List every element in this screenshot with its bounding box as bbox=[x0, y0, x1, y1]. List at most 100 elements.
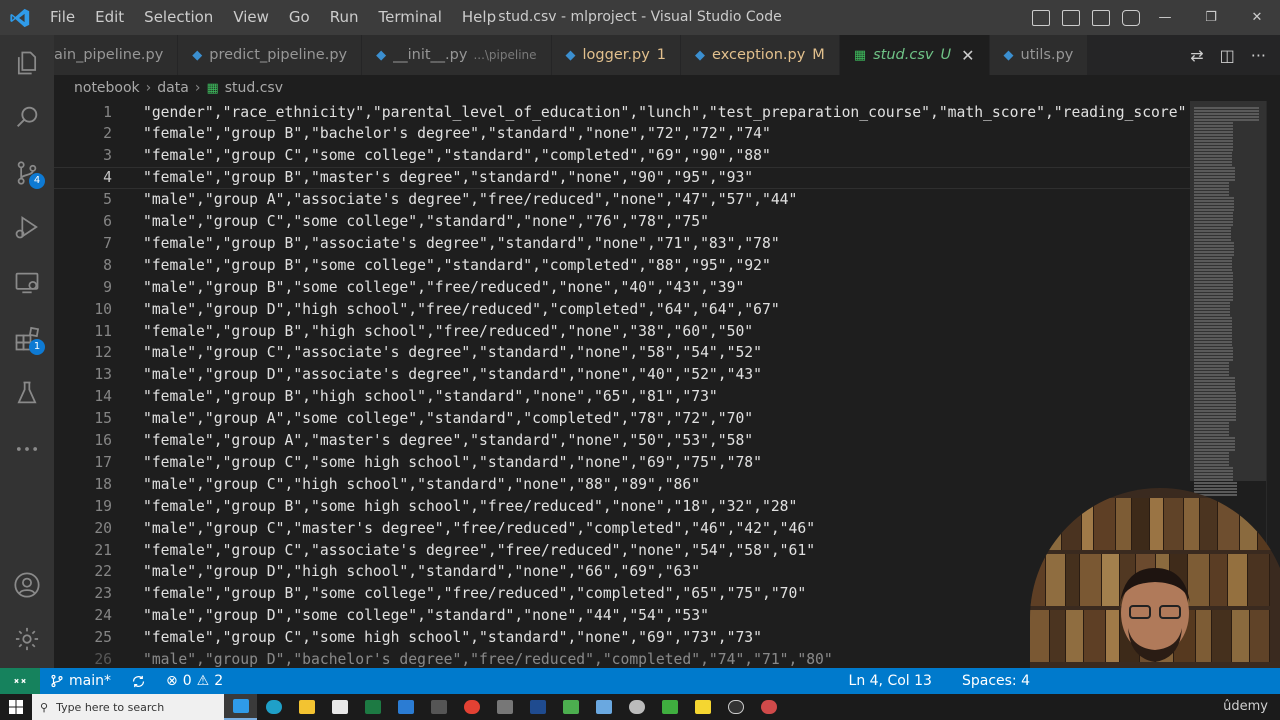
code-line[interactable]: 21 "female","group C","associate's degree… bbox=[54, 539, 1190, 561]
taskbar-mail-icon[interactable] bbox=[389, 694, 422, 720]
code-line[interactable]: 5 "male","group A","associate's degree","… bbox=[54, 189, 1190, 211]
code-line[interactable]: 22 "male","group D","high school","standa… bbox=[54, 561, 1190, 583]
csv-file-icon: ▦ bbox=[853, 47, 867, 63]
taskbar-notepad-icon[interactable] bbox=[554, 694, 587, 720]
line-number: 3 bbox=[103, 147, 112, 165]
code-line[interactable]: 14 "female","group B","high school","stan… bbox=[54, 386, 1190, 408]
extensions-icon[interactable]: 1 bbox=[0, 315, 54, 363]
minimap-line bbox=[1194, 434, 1229, 436]
close-window-icon[interactable]: ✕ bbox=[1234, 0, 1280, 35]
split-editor-icon[interactable]: ◫ bbox=[1220, 46, 1235, 65]
minimap-line bbox=[1194, 179, 1235, 181]
more-icon[interactable] bbox=[0, 425, 54, 473]
toggle-sidebar-icon[interactable] bbox=[1032, 9, 1050, 26]
remote-explorer-icon[interactable] bbox=[0, 259, 54, 307]
taskbar-edge-icon[interactable] bbox=[257, 694, 290, 720]
indentation[interactable]: Spaces: 4 bbox=[952, 668, 1280, 694]
minimap-line bbox=[1194, 113, 1259, 115]
code-line[interactable]: 15 "male","group A","some college","stand… bbox=[54, 408, 1190, 430]
explorer-icon[interactable] bbox=[0, 39, 54, 87]
branch-status[interactable]: main* bbox=[40, 668, 121, 694]
source-control-icon[interactable]: 4 bbox=[0, 149, 54, 197]
taskbar-excel-icon[interactable] bbox=[356, 694, 389, 720]
taskbar-store-icon[interactable] bbox=[323, 694, 356, 720]
toggle-panel-icon[interactable] bbox=[1062, 9, 1080, 26]
code-line[interactable]: 11 "female","group B","high school","free… bbox=[54, 320, 1190, 342]
restore-icon[interactable]: ❐ bbox=[1188, 0, 1234, 35]
breadcrumb-file[interactable]: stud.csv bbox=[225, 80, 283, 96]
run-debug-icon[interactable] bbox=[0, 203, 54, 251]
sync-button[interactable] bbox=[121, 668, 156, 694]
code-line[interactable]: 8 "female","group B","some college","stan… bbox=[54, 254, 1190, 276]
customize-layout-icon[interactable] bbox=[1122, 9, 1140, 26]
code-line[interactable]: 23 "female","group B","some college","fre… bbox=[54, 583, 1190, 605]
taskbar-recorder-icon[interactable] bbox=[752, 694, 785, 720]
minimize-icon[interactable]: — bbox=[1142, 0, 1188, 35]
menu-view[interactable]: View bbox=[223, 0, 279, 35]
code-line[interactable]: 4 "female","group B","master's degree","s… bbox=[54, 166, 1190, 189]
code-line[interactable]: 25 "female","group C","some high school",… bbox=[54, 627, 1190, 649]
code-line[interactable]: 20 "male","group C","master's degree","fr… bbox=[54, 517, 1190, 539]
tab-predict-pipeline[interactable]: ◆ predict_pipeline.py bbox=[178, 35, 363, 75]
windows-start-icon[interactable] bbox=[0, 694, 32, 720]
taskbar-calculator-icon[interactable] bbox=[488, 694, 521, 720]
more-actions-icon[interactable]: ··· bbox=[1251, 46, 1266, 65]
menu-run[interactable]: Run bbox=[320, 0, 369, 35]
tab-init[interactable]: ◆ __init__.py ...\pipeline bbox=[362, 35, 552, 75]
tab-train-pipeline[interactable]: ain_pipeline.py bbox=[54, 35, 179, 75]
taskbar-powershell-icon[interactable] bbox=[521, 694, 554, 720]
code-line[interactable]: 3 "female","group C","some college","stan… bbox=[54, 145, 1190, 167]
menu-file[interactable]: File bbox=[40, 0, 85, 35]
code-line[interactable]: 6 "male","group C","some college","standa… bbox=[54, 211, 1190, 233]
taskbar-vscode-icon[interactable] bbox=[224, 694, 257, 720]
testing-icon[interactable] bbox=[0, 369, 54, 417]
tab-stud-csv[interactable]: ▦ stud.csv U ✕ bbox=[839, 35, 990, 75]
cursor-position[interactable]: Ln 4, Col 13 bbox=[839, 668, 952, 694]
problems-status[interactable]: ⊗ 0 ⚠ 2 bbox=[156, 668, 233, 694]
menu-terminal[interactable]: Terminal bbox=[369, 0, 452, 35]
taskbar-paint-icon[interactable] bbox=[587, 694, 620, 720]
search-icon[interactable] bbox=[0, 93, 54, 141]
menu-selection[interactable]: Selection bbox=[134, 0, 223, 35]
taskbar-media-icon[interactable] bbox=[653, 694, 686, 720]
menu-go[interactable]: Go bbox=[279, 0, 320, 35]
taskbar-chrome-icon[interactable] bbox=[455, 694, 488, 720]
code-line[interactable]: 16 "female","group A","master's degree","… bbox=[54, 430, 1190, 452]
compare-changes-icon[interactable]: ⇄ bbox=[1190, 46, 1203, 65]
code-line[interactable]: 10 "male","group D","high school","free/r… bbox=[54, 298, 1190, 320]
code-line[interactable]: 12 "male","group C","associate's degree",… bbox=[54, 342, 1190, 364]
code-line[interactable]: 1 "gender","race_ethnicity","parental_lev… bbox=[54, 101, 1190, 123]
close-tab-icon[interactable]: ✕ bbox=[961, 46, 974, 65]
taskbar-file-explorer-icon[interactable] bbox=[290, 694, 323, 720]
menu-help[interactable]: Help bbox=[452, 0, 506, 35]
menu-bar: File Edit Selection View Go Run Terminal… bbox=[40, 0, 506, 35]
taskbar-obs-icon[interactable] bbox=[719, 694, 752, 720]
breadcrumb-data[interactable]: data bbox=[157, 80, 189, 96]
code-line[interactable]: 2 "female","group B","bachelor's degree",… bbox=[54, 123, 1190, 145]
minimap-line bbox=[1194, 125, 1233, 127]
code-line[interactable]: 7 "female","group B","associate's degree"… bbox=[54, 232, 1190, 254]
tab-logger[interactable]: ◆ logger.py 1 bbox=[551, 35, 682, 75]
code-line[interactable]: 26 "male","group D","bachelor's degree","… bbox=[54, 649, 1190, 668]
code-line[interactable]: 13 "male","group D","associate's degree",… bbox=[54, 364, 1190, 386]
manage-gear-icon[interactable] bbox=[0, 615, 54, 663]
code-line[interactable]: 17 "female","group C","some high school",… bbox=[54, 451, 1190, 473]
toggle-secondary-sidebar-icon[interactable] bbox=[1092, 9, 1110, 26]
breadcrumb-notebook[interactable]: notebook bbox=[74, 80, 140, 96]
code-text: "female","group B","some college","free/… bbox=[143, 585, 807, 603]
tab-exception[interactable]: ◆ exception.py M bbox=[681, 35, 840, 75]
tab-utils[interactable]: ◆ utils.py bbox=[989, 35, 1089, 75]
taskbar-search-placeholder: Type here to search bbox=[56, 700, 165, 714]
code-editor[interactable]: 1 "gender","race_ethnicity","parental_lev… bbox=[54, 101, 1190, 668]
account-icon[interactable] bbox=[0, 561, 54, 609]
code-line[interactable]: 18 "male","group C","high school","standa… bbox=[54, 473, 1190, 495]
code-line[interactable]: 9 "male","group B","some college","free/r… bbox=[54, 276, 1190, 298]
code-line[interactable]: 24 "male","group D","some college","stand… bbox=[54, 605, 1190, 627]
menu-edit[interactable]: Edit bbox=[85, 0, 134, 35]
taskbar-sticky-icon[interactable] bbox=[686, 694, 719, 720]
remote-indicator-icon[interactable] bbox=[0, 668, 40, 694]
taskbar-app-icon[interactable] bbox=[422, 694, 455, 720]
taskbar-settings-icon[interactable] bbox=[620, 694, 653, 720]
taskbar-search[interactable]: ⚲ Type here to search bbox=[32, 694, 224, 720]
code-line[interactable]: 19 "female","group B","some high school",… bbox=[54, 495, 1190, 517]
